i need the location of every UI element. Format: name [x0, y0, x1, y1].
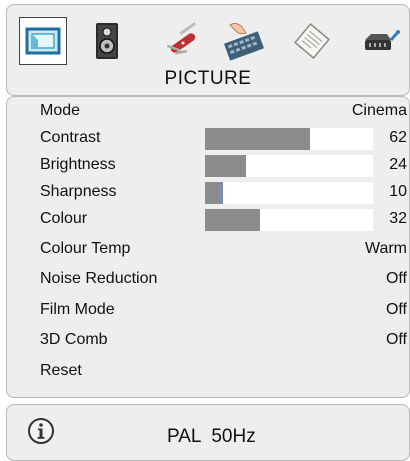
brightness-slider[interactable]: [205, 155, 373, 177]
menu-item-label: Film Mode: [40, 301, 115, 318]
menu-item-sharpness[interactable]: Sharpness 10: [7, 180, 410, 206]
menu-item-value: 32: [389, 210, 407, 227]
menu-item-label: Sharpness: [40, 183, 117, 200]
brightness-slider-fill: [205, 155, 247, 177]
menu-item-label: Brightness: [40, 156, 116, 173]
menu-item-value: Off: [385, 331, 407, 348]
menu-item-label: Noise Reduction: [40, 270, 158, 287]
document-icon[interactable]: [288, 17, 336, 65]
contrast-slider[interactable]: [205, 128, 373, 150]
signal-info-bar: PAL 50Hz: [6, 404, 410, 461]
colour-slider-fill: [205, 209, 260, 231]
menu-item-label: 3D Comb: [40, 331, 108, 348]
menu-tab-bar: PICTURE: [6, 4, 410, 96]
menu-item-value: 10: [389, 183, 407, 200]
menu-item-brightness[interactable]: Brightness 24: [7, 153, 410, 179]
menu-item-colour[interactable]: Colour 32: [7, 207, 410, 233]
menu-item-value: Off: [385, 270, 407, 287]
menu-item-mode[interactable]: Mode Cinema: [7, 99, 410, 125]
picture-settings-list: Mode Cinema Contrast 62 Brightness 24 Sh…: [6, 96, 410, 398]
menu-item-label: Reset: [40, 362, 82, 379]
menu-item-noise-reduction[interactable]: Noise Reduction Off: [7, 267, 410, 293]
menu-item-film-mode[interactable]: Film Mode Off: [7, 298, 410, 324]
speaker-icon[interactable]: [83, 17, 131, 65]
menu-item-value: 24: [389, 156, 407, 173]
menu-item-colour-temp[interactable]: Colour Temp Warm: [7, 237, 410, 263]
menu-item-contrast[interactable]: Contrast 62: [7, 126, 410, 152]
satellite-icon[interactable]: [357, 17, 405, 65]
menu-item-label: Contrast: [40, 129, 101, 146]
signal-format: PAL 50Hz: [167, 426, 256, 447]
picture-tab-icon[interactable]: [19, 17, 67, 65]
page-title: PICTURE: [164, 68, 252, 89]
knife-tools-icon[interactable]: [159, 17, 207, 65]
info-icon[interactable]: [27, 417, 55, 445]
menu-item-label: Mode: [40, 102, 81, 119]
menu-item-label: Colour: [40, 210, 88, 227]
menu-item-value: Off: [385, 301, 407, 318]
menu-item-value: Cinema: [351, 102, 407, 119]
menu-item-label: Colour Temp: [40, 240, 131, 257]
sharpness-slider-fill: [205, 182, 223, 204]
menu-item-3d-comb[interactable]: 3D Comb Off: [7, 328, 410, 354]
contrast-slider-fill: [205, 128, 311, 150]
colour-slider[interactable]: [205, 209, 373, 231]
sharpness-slider[interactable]: [205, 182, 373, 204]
menu-item-reset[interactable]: Reset: [7, 359, 410, 385]
hand-keyboard-icon[interactable]: [220, 17, 268, 65]
menu-item-value: 62: [389, 129, 407, 146]
menu-item-value: Warm: [364, 240, 407, 257]
